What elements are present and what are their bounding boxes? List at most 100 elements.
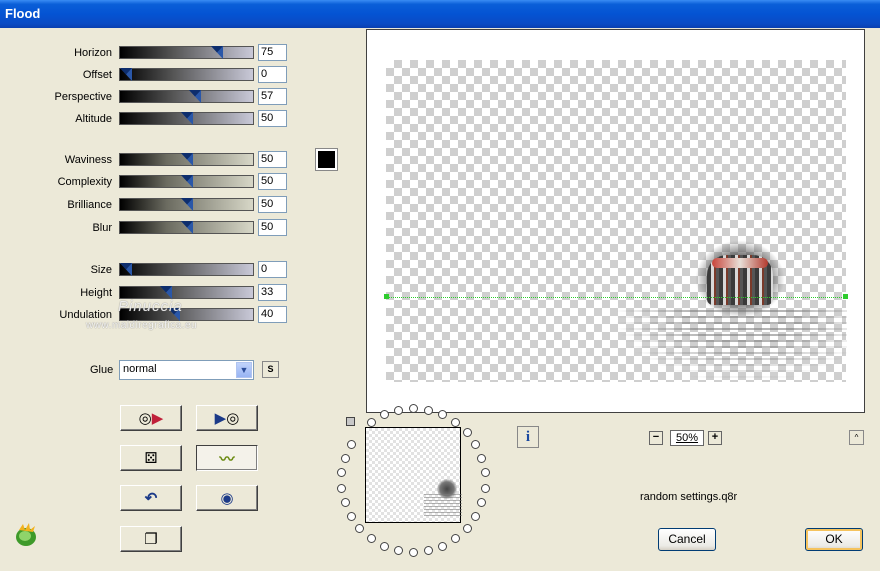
slider-track-offset[interactable]: [119, 68, 254, 81]
slider-thumb-blur[interactable]: [181, 221, 193, 234]
water-reflection: [617, 310, 847, 382]
slider-thumb-horizon[interactable]: [211, 46, 223, 59]
slider-value-offset[interactable]: 0: [258, 66, 287, 83]
slider-value-undulation[interactable]: 40: [258, 306, 287, 323]
slider-value-brilliance[interactable]: 50: [258, 196, 287, 213]
navigator-dot[interactable]: [424, 546, 433, 555]
navigator-dot[interactable]: [337, 468, 346, 477]
navigator-dot[interactable]: [394, 406, 403, 415]
slider-value-height[interactable]: 33: [258, 284, 287, 301]
app-logo-icon: [16, 523, 36, 546]
slider-track-blur[interactable]: [119, 221, 254, 234]
navigator-dot[interactable]: [463, 524, 472, 533]
navigator-dot[interactable]: [477, 498, 486, 507]
slider-track-brilliance[interactable]: [119, 198, 254, 211]
slider-row-offset: Offset 0: [0, 65, 300, 85]
navigator-dot[interactable]: [394, 546, 403, 555]
slider-track-complexity[interactable]: [119, 175, 254, 188]
horizon-line[interactable]: [386, 297, 846, 298]
slider-value-horizon[interactable]: 75: [258, 44, 287, 61]
navigator-handle[interactable]: [346, 417, 355, 426]
slider-value-perspective[interactable]: 57: [258, 88, 287, 105]
window-title: Flood: [5, 6, 41, 21]
slider-thumb-altitude[interactable]: [181, 112, 193, 125]
slider-row-horizon: Horizon 75: [0, 43, 300, 63]
navigator-dot[interactable]: [481, 468, 490, 477]
navigator-dot[interactable]: [481, 484, 490, 493]
slider-thumb-offset[interactable]: [120, 68, 132, 81]
slider-row-blur: Blur 50: [0, 218, 300, 238]
navigator-dot[interactable]: [451, 534, 460, 543]
navigator-dot[interactable]: [463, 428, 472, 437]
thumbnail-reflection: [424, 494, 462, 516]
info-button[interactable]: i: [517, 426, 539, 448]
info-icon: i: [525, 429, 531, 445]
navigator-dot[interactable]: [347, 512, 356, 521]
slider-track-size[interactable]: [119, 263, 254, 276]
circle-button[interactable]: ◉: [196, 485, 258, 511]
slider-label-complexity: Complexity: [57, 176, 112, 188]
slider-row-size: Size 0: [0, 260, 300, 280]
dice-icon: ⚄: [144, 450, 158, 467]
zoom-in-button[interactable]: +: [708, 431, 722, 445]
navigator-thumbnail[interactable]: [365, 427, 462, 523]
navigator-dot[interactable]: [380, 410, 389, 419]
navigator-dot[interactable]: [438, 410, 447, 419]
slider-row-waviness: Waviness 50: [0, 150, 300, 170]
slider-track-horizon[interactable]: [119, 46, 254, 59]
next-reset-icon: ▶◎: [214, 410, 240, 427]
slider-track-altitude[interactable]: [119, 112, 254, 125]
navigator-dot[interactable]: [355, 524, 364, 533]
cancel-button[interactable]: Cancel: [658, 528, 716, 551]
navigator-dot[interactable]: [438, 542, 447, 551]
navigator-dot[interactable]: [409, 404, 418, 413]
collapse-button[interactable]: ^: [849, 430, 864, 445]
navigator-dot[interactable]: [347, 440, 356, 449]
navigator-dot[interactable]: [337, 484, 346, 493]
navigator-dot[interactable]: [424, 406, 433, 415]
zoom-out-button[interactable]: −: [649, 431, 663, 445]
horizon-handle-left[interactable]: [384, 294, 389, 299]
slider-thumb-brilliance[interactable]: [181, 198, 193, 211]
copy-button[interactable]: ❐: [120, 526, 182, 552]
navigator-dot[interactable]: [471, 440, 480, 449]
navigator-dot[interactable]: [409, 548, 418, 557]
navigator-dot[interactable]: [471, 512, 480, 521]
glue-select[interactable]: normal ▼: [119, 360, 254, 380]
glue-label: Glue: [90, 364, 114, 376]
navigator-dot[interactable]: [380, 542, 389, 551]
chevron-down-icon[interactable]: ▼: [236, 362, 252, 378]
ok-button[interactable]: OK: [805, 528, 863, 551]
slider-label-blur: Blur: [92, 222, 112, 234]
navigator-dot[interactable]: [477, 454, 486, 463]
wave-button[interactable]: 〰: [196, 445, 258, 471]
zoom-level[interactable]: 50%: [670, 430, 704, 446]
slider-thumb-complexity[interactable]: [181, 175, 193, 188]
color-swatch[interactable]: [315, 148, 338, 171]
next-reset-button[interactable]: ▶◎: [196, 405, 258, 431]
horizon-handle-right[interactable]: [843, 294, 848, 299]
random-button[interactable]: ⚄: [120, 445, 182, 471]
navigator-dot[interactable]: [341, 454, 350, 463]
copy-icon: ❐: [144, 531, 158, 548]
undo-button[interactable]: ↶: [120, 485, 182, 511]
slider-value-complexity[interactable]: 50: [258, 173, 287, 190]
slider-track-waviness[interactable]: [119, 153, 254, 166]
slider-value-size[interactable]: 0: [258, 261, 287, 278]
glue-value: normal: [123, 363, 157, 375]
slider-thumb-perspective[interactable]: [189, 90, 201, 103]
slider-value-altitude[interactable]: 50: [258, 110, 287, 127]
glue-s-button[interactable]: S: [262, 361, 279, 378]
slider-thumb-size[interactable]: [120, 263, 132, 276]
preview-object-top: [712, 258, 768, 268]
navigator-dot[interactable]: [367, 418, 376, 427]
slider-thumb-waviness[interactable]: [181, 153, 193, 166]
reset-next-button[interactable]: ◎▶: [120, 405, 182, 431]
preview-pane[interactable]: [366, 29, 865, 413]
slider-value-waviness[interactable]: 50: [258, 151, 287, 168]
navigator-dot[interactable]: [451, 418, 460, 427]
slider-value-blur[interactable]: 50: [258, 219, 287, 236]
navigator-dot[interactable]: [341, 498, 350, 507]
navigator-dot[interactable]: [367, 534, 376, 543]
slider-track-perspective[interactable]: [119, 90, 254, 103]
